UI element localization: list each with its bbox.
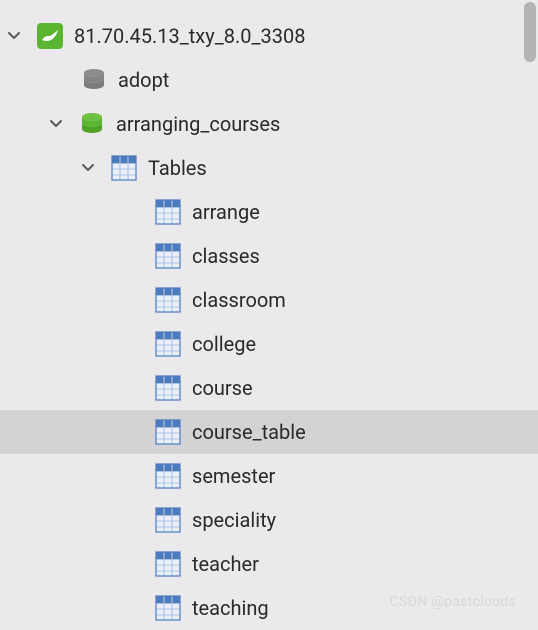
chevron-down-icon[interactable] (78, 158, 98, 178)
table-icon (154, 418, 182, 446)
table-node-college[interactable]: college (0, 322, 538, 366)
tables-folder-node[interactable]: Tables (0, 146, 538, 190)
database-label: adopt (118, 68, 169, 92)
table-label: teacher (192, 552, 259, 576)
connection-icon (36, 22, 64, 50)
chevron-down-icon[interactable] (46, 114, 66, 134)
database-inactive-icon (80, 66, 108, 94)
table-node-arrange[interactable]: arrange (0, 190, 538, 234)
table-icon (154, 242, 182, 270)
table-icon (154, 506, 182, 534)
table-label: semester (192, 464, 275, 488)
connection-node[interactable]: 81.70.45.13_txy_8.0_3308 (0, 14, 538, 58)
table-label: course (192, 376, 253, 400)
table-node-course-table[interactable]: course_table (0, 410, 538, 454)
table-label: teaching (192, 596, 269, 620)
tables-folder-label: Tables (148, 156, 207, 180)
table-label: arrange (192, 200, 260, 224)
table-node-classes[interactable]: classes (0, 234, 538, 278)
chevron-down-icon[interactable] (4, 26, 24, 46)
scrollbar-track[interactable] (523, 0, 537, 614)
database-node-arranging-courses[interactable]: arranging_courses (0, 102, 538, 146)
database-label: arranging_courses (116, 112, 280, 136)
table-node-semester[interactable]: semester (0, 454, 538, 498)
table-node-classroom[interactable]: classroom (0, 278, 538, 322)
watermark: CSDN @pastclouds (390, 594, 516, 610)
table-icon (154, 330, 182, 358)
database-node-adopt[interactable]: adopt (0, 58, 538, 102)
table-node-course[interactable]: course (0, 366, 538, 410)
table-folder-icon (110, 154, 138, 182)
scrollbar-thumb[interactable] (524, 2, 536, 62)
table-label: course_table (192, 420, 306, 444)
table-label: college (192, 332, 256, 356)
table-label: speciality (192, 508, 276, 532)
table-label: classroom (192, 288, 286, 312)
database-active-icon (78, 110, 106, 138)
table-icon (154, 462, 182, 490)
table-icon (154, 198, 182, 226)
db-tree: 81.70.45.13_txy_8.0_3308 adopt arranging… (0, 0, 538, 630)
table-icon (154, 286, 182, 314)
connection-label: 81.70.45.13_txy_8.0_3308 (74, 24, 305, 48)
table-node-speciality[interactable]: speciality (0, 498, 538, 542)
table-icon (154, 374, 182, 402)
table-label: classes (192, 244, 260, 268)
table-icon (154, 550, 182, 578)
table-icon (154, 594, 182, 622)
table-node-teacher[interactable]: teacher (0, 542, 538, 586)
